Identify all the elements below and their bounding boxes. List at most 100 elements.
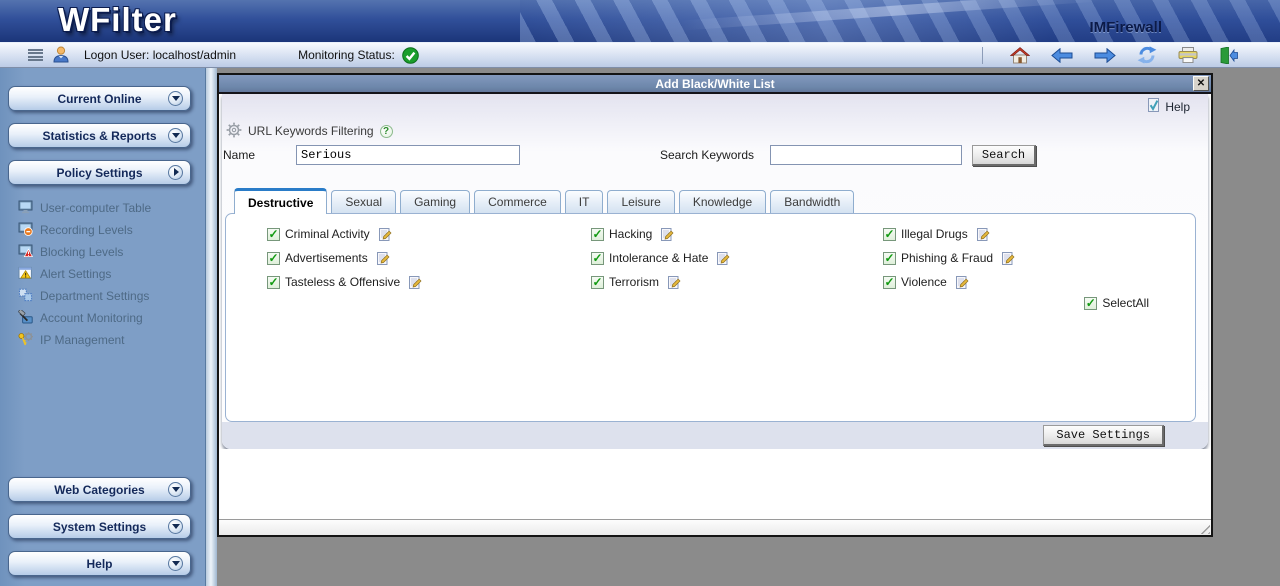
sidebar-item-blocking-levels[interactable]: Blocking Levels — [18, 241, 195, 263]
sidebar-section-label: Help — [86, 557, 112, 571]
toolbar: Logon User: localhost/admin Monitoring S… — [0, 42, 1280, 68]
tab-destructive[interactable]: Destructive — [234, 188, 327, 214]
sidebar-item-label: Department Settings — [40, 289, 149, 303]
question-help-icon[interactable]: ? — [380, 125, 393, 138]
back-icon[interactable] — [1051, 48, 1073, 63]
sidebar-item-label: Recording Levels — [40, 223, 133, 237]
category-label: Phishing & Fraud — [901, 251, 993, 265]
tab-knowledge[interactable]: Knowledge — [679, 190, 766, 213]
edit-icon[interactable] — [717, 252, 730, 265]
sidebar: Current Online Statistics & Reports Poli… — [0, 68, 205, 586]
logout-icon[interactable] — [1219, 47, 1238, 64]
print-icon[interactable] — [1178, 47, 1198, 63]
sidebar-section-label: Current Online — [57, 92, 141, 106]
sidebar-section-label: Web Categories — [54, 483, 144, 497]
tab-bandwidth[interactable]: Bandwidth — [770, 190, 854, 213]
sidebar-item-label: Alert Settings — [40, 267, 111, 281]
tab-gaming[interactable]: Gaming — [400, 190, 470, 213]
gear-icon — [226, 122, 242, 141]
category-label: Criminal Activity — [285, 227, 370, 241]
select-all-label: SelectAll — [1102, 296, 1149, 310]
toolbar-right — [982, 46, 1280, 64]
checkbox-checked[interactable]: ✓ — [591, 276, 604, 289]
category-label: Advertisements — [285, 251, 368, 265]
edit-icon[interactable] — [379, 228, 392, 241]
chevron-down-icon — [168, 91, 183, 106]
sidebar-item-label: User-computer Table — [40, 201, 151, 215]
dialog-white-area — [219, 449, 1211, 519]
card-footer: Save Settings — [222, 422, 1208, 449]
save-settings-button[interactable]: Save Settings — [1043, 425, 1164, 446]
tab-leisure[interactable]: Leisure — [607, 190, 674, 213]
category-item: ✓ Violence — [883, 270, 1195, 294]
sidebar-item-user-computer-table[interactable]: User-computer Table — [18, 197, 195, 219]
checkbox-checked[interactable]: ✓ — [267, 252, 280, 265]
category-item: ✓ Advertisements — [267, 246, 591, 270]
checkbox-checked[interactable]: ✓ — [267, 276, 280, 289]
search-keywords-label: Search Keywords — [660, 148, 754, 162]
checkbox-checked[interactable]: ✓ — [267, 228, 280, 241]
sidebar-item-account-monitoring[interactable]: Account Monitoring — [18, 307, 195, 329]
checkbox-checked[interactable]: ✓ — [883, 228, 896, 241]
edit-icon[interactable] — [668, 276, 681, 289]
tab-it[interactable]: IT — [565, 190, 604, 213]
chevron-right-icon — [168, 165, 183, 180]
checkbox-checked[interactable]: ✓ — [883, 276, 896, 289]
edit-icon[interactable] — [661, 228, 674, 241]
sidebar-section-label: Statistics & Reports — [42, 129, 156, 143]
sidebar-item-department-settings[interactable]: Department Settings — [18, 285, 195, 307]
sidebar-section-policy-settings[interactable]: Policy Settings — [8, 160, 191, 185]
section-header: URL Keywords Filtering ? — [222, 122, 1208, 140]
edit-icon[interactable] — [977, 228, 990, 241]
edit-icon[interactable] — [1002, 252, 1015, 265]
search-keywords-input[interactable] — [770, 145, 962, 165]
help-label: Help — [1165, 100, 1190, 114]
sidebar-item-alert-settings[interactable]: Alert Settings — [18, 263, 195, 285]
department-icon — [18, 288, 33, 305]
tab-commerce[interactable]: Commerce — [474, 190, 561, 213]
sidebar-section-system-settings[interactable]: System Settings — [8, 514, 191, 539]
dialog-statusbar — [219, 519, 1211, 535]
sidebar-section-statistics-reports[interactable]: Statistics & Reports — [8, 123, 191, 148]
section-title: URL Keywords Filtering — [248, 124, 374, 138]
category-item: ✓ Hacking — [591, 222, 883, 246]
category-item: ✓ Terrorism — [591, 270, 883, 294]
edit-icon[interactable] — [956, 276, 969, 289]
checkbox-checked[interactable]: ✓ — [883, 252, 896, 265]
close-icon[interactable]: ✕ — [1193, 76, 1209, 91]
sidebar-item-ip-management[interactable]: IP Management — [18, 329, 195, 351]
help-link[interactable]: Help — [1147, 98, 1190, 115]
category-item: ✓ Intolerance & Hate — [591, 246, 883, 270]
sidebar-section-web-categories[interactable]: Web Categories — [8, 477, 191, 502]
url-keywords-card: Help — [222, 94, 1208, 449]
menu-icon[interactable] — [28, 49, 43, 61]
sidebar-item-label: Account Monitoring — [40, 311, 143, 325]
sidebar-item-label: Blocking Levels — [40, 245, 123, 259]
checkbox-checked[interactable]: ✓ — [591, 252, 604, 265]
chevron-down-icon — [168, 128, 183, 143]
sidebar-section-help[interactable]: Help — [8, 551, 191, 576]
category-item: ✓ Phishing & Fraud — [883, 246, 1195, 270]
refresh-icon[interactable] — [1137, 46, 1157, 64]
checkbox-checked[interactable]: ✓ — [591, 228, 604, 241]
search-button[interactable]: Search — [972, 145, 1036, 166]
chevron-down-icon — [168, 519, 183, 534]
edit-icon[interactable] — [377, 252, 390, 265]
tab-sexual[interactable]: Sexual — [331, 190, 396, 213]
select-all-checkbox[interactable]: ✓ — [1084, 297, 1097, 310]
resize-grip-icon[interactable] — [1197, 521, 1210, 534]
category-tabs: Destructive Sexual Gaming Commerce IT Le… — [222, 187, 1208, 213]
destructive-tab-panel: ✓ Criminal Activity ✓ Hacking ✓ Illegal … — [225, 213, 1196, 422]
category-item: ✓ Tasteless & Offensive — [267, 270, 591, 294]
add-blackwhite-list-dialog: Add Black/White List ✕ Help — [217, 73, 1213, 537]
sidebar-section-current-online[interactable]: Current Online — [8, 86, 191, 111]
edit-icon[interactable] — [409, 276, 422, 289]
home-icon[interactable] — [1010, 47, 1030, 64]
forward-icon[interactable] — [1094, 48, 1116, 63]
category-item: ✓ Criminal Activity — [267, 222, 591, 246]
name-input[interactable] — [296, 145, 520, 165]
status-ok-icon — [402, 47, 419, 64]
toolbar-left: Logon User: localhost/admin Monitoring S… — [0, 45, 419, 66]
sidebar-item-recording-levels[interactable]: Recording Levels — [18, 219, 195, 241]
chevron-down-icon — [168, 556, 183, 571]
